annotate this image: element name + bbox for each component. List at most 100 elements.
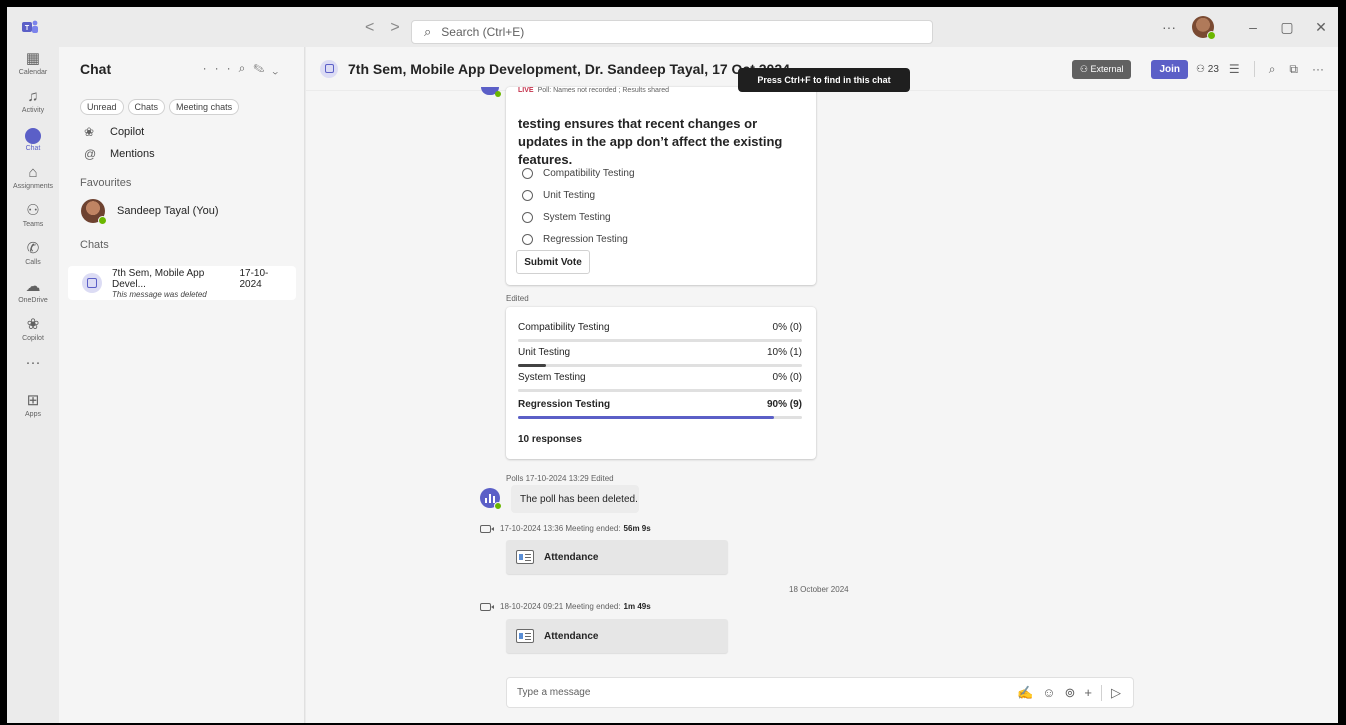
- join-button[interactable]: Join: [1151, 59, 1189, 79]
- people-icon: ⚇: [1196, 63, 1208, 75]
- popout-icon[interactable]: ⧉: [1289, 62, 1298, 77]
- attendance-report-icon: [516, 550, 534, 564]
- search-placeholder: Search (Ctrl+E): [441, 25, 525, 39]
- chat-sidebar: Chat ···⌕✎⌄ Unread Chats Meeting chats ❀…: [59, 47, 305, 723]
- chat-title: 7th Sem, Mobile App Development, Dr. San…: [348, 60, 790, 77]
- sidebar-item-copilot[interactable]: ❀ Copilot: [59, 121, 304, 143]
- search-input[interactable]: ⌕ Search (Ctrl+E): [411, 20, 933, 44]
- rail-teams[interactable]: ⚇ Teams: [7, 199, 59, 237]
- plus-square-icon: ⊞: [26, 392, 40, 409]
- chats-heading[interactable]: Chats: [59, 235, 304, 255]
- presence-available-icon: [1207, 31, 1216, 40]
- emoji-icon[interactable]: ☺: [1042, 685, 1055, 700]
- chevron-down-icon[interactable]: ⌄: [272, 61, 286, 75]
- chat-list-item[interactable]: 7th Sem, Mobile App Devel... 17-10-2024 T…: [68, 266, 296, 300]
- sidebar-item-mentions[interactable]: @ Mentions: [59, 143, 304, 165]
- rail-calendar[interactable]: ▦ Calendar: [7, 47, 59, 85]
- participants-button[interactable]: ⚇ 23: [1196, 64, 1219, 75]
- minimize-button[interactable]: –: [1236, 19, 1270, 35]
- favourites-heading[interactable]: Favourites: [59, 173, 304, 193]
- close-button[interactable]: ✕: [1304, 19, 1338, 36]
- deleted-message: The poll has been deleted.: [511, 485, 639, 513]
- list-icon[interactable]: ☰: [1229, 62, 1240, 76]
- phone-icon: ✆: [26, 240, 40, 257]
- search-icon[interactable]: ⌕: [1269, 62, 1276, 77]
- chat-item-date: 17-10-2024: [239, 267, 269, 290]
- more-icon[interactable]: ···: [203, 61, 239, 75]
- divider: [1253, 61, 1255, 77]
- more-icon[interactable]: ···: [1312, 62, 1324, 76]
- sidebar-title: Chat: [80, 61, 112, 77]
- filter-meeting-chats[interactable]: Meeting chats: [169, 99, 240, 115]
- chat-item-title: 7th Sem, Mobile App Devel...: [112, 267, 205, 290]
- favourite-contact[interactable]: Sandeep Tayal (You): [59, 193, 304, 229]
- external-button[interactable]: ⚇ External: [1071, 59, 1132, 79]
- title-bar: T <> ⌕ Search (Ctrl+E) ··· – ▢ ✕: [7, 7, 1338, 47]
- attendance-report-icon: [516, 629, 534, 643]
- copilot-icon: ❀: [26, 316, 40, 333]
- format-icon[interactable]: ✍: [1017, 685, 1033, 701]
- rail-assignments[interactable]: ⌂ Assignments: [7, 161, 59, 199]
- copilot-icon: ❀: [84, 125, 95, 139]
- rail-apps[interactable]: ⊞ Apps: [7, 389, 59, 427]
- new-chat-icon[interactable]: ✎: [253, 61, 272, 75]
- chat-filters: Unread Chats Meeting chats: [59, 99, 304, 115]
- at-icon: @: [84, 147, 97, 161]
- back-button[interactable]: <: [365, 19, 390, 36]
- date-separator: 18 October 2024: [789, 585, 849, 594]
- poll-option[interactable]: Compatibility Testing: [522, 168, 635, 179]
- rail-onedrive[interactable]: ☁ OneDrive: [7, 275, 59, 313]
- meeting-ended-line: 17-10-2024 13:36 Meeting ended: 56m 9s: [480, 524, 651, 533]
- presence-available-icon: [98, 216, 107, 225]
- edited-label: Edited: [506, 294, 529, 303]
- profile-avatar[interactable]: [1192, 16, 1216, 40]
- poll-option[interactable]: Unit Testing: [522, 190, 595, 201]
- filter-unread[interactable]: Unread: [80, 99, 124, 115]
- video-camera-icon: [480, 602, 494, 611]
- meeting-ended-line: 18-10-2024 09:21 Meeting ended: 1m 49s: [480, 602, 651, 611]
- message-compose-box[interactable]: Type a message ✍ ☺ ⊚ + ▷: [506, 677, 1134, 708]
- poll-meta: Poll: Names not recorded ; Results share…: [537, 87, 670, 94]
- poll-results-card: Compatibility Testing 0% (0) Unit Testing…: [506, 307, 816, 459]
- meeting-chat-icon: [82, 273, 102, 293]
- more-icon: ···: [25, 354, 41, 371]
- teams-window: T <> ⌕ Search (Ctrl+E) ··· – ▢ ✕ ▦ Calend…: [7, 7, 1338, 723]
- people-icon: ⚇: [1079, 63, 1091, 74]
- poll-option[interactable]: System Testing: [522, 212, 611, 223]
- rail-activity[interactable]: ♫ Activity: [7, 85, 59, 123]
- favourite-name: Sandeep Tayal (You): [117, 205, 219, 217]
- chat-icon: [7, 126, 59, 144]
- send-icon[interactable]: ▷: [1111, 685, 1121, 701]
- cloud-icon: ☁: [25, 278, 41, 295]
- assignments-icon: ⌂: [28, 164, 38, 181]
- result-row: System Testing 0% (0): [518, 372, 802, 392]
- poll-card: LIVE Poll: Names not recorded ; Results s…: [506, 87, 816, 285]
- rail-more[interactable]: ···: [7, 351, 59, 389]
- attendance-card[interactable]: Attendance: [506, 540, 728, 574]
- radio-icon: [522, 168, 533, 179]
- app-rail: ▦ Calendar ♫ Activity Chat ⌂ Assignments ⚇ T…: [7, 47, 59, 723]
- radio-icon: [522, 212, 533, 223]
- rail-copilot[interactable]: ❀ Copilot: [7, 313, 59, 351]
- submit-vote-button[interactable]: Submit Vote: [516, 250, 590, 274]
- poll-question: testing ensures that recent changes or u…: [518, 116, 783, 167]
- more-options-button[interactable]: ···: [1162, 19, 1176, 35]
- plus-icon[interactable]: +: [1084, 685, 1092, 700]
- rail-chat[interactable]: Chat: [7, 123, 59, 161]
- polls-app-icon: [480, 488, 502, 510]
- rail-calls[interactable]: ✆ Calls: [7, 237, 59, 275]
- poll-option[interactable]: Regression Testing: [522, 234, 628, 245]
- loop-icon[interactable]: ⊚: [1065, 685, 1076, 701]
- filter-chats[interactable]: Chats: [127, 99, 166, 115]
- result-bar: [518, 416, 774, 419]
- teams-icon: ⚇: [26, 202, 40, 219]
- result-row-winner: Regression Testing 90% (9): [518, 399, 802, 419]
- poll-live-label: LIVE Poll: Names not recorded ; Results s…: [518, 87, 670, 94]
- sidebar-header: Chat ···⌕✎⌄: [59, 47, 304, 91]
- result-row: Compatibility Testing 0% (0): [518, 322, 802, 342]
- avatar: [81, 199, 107, 225]
- restore-button[interactable]: ▢: [1270, 19, 1304, 36]
- result-row: Unit Testing 10% (1): [518, 347, 802, 367]
- attendance-card[interactable]: Attendance: [506, 619, 728, 653]
- search-icon[interactable]: ⌕: [239, 61, 254, 75]
